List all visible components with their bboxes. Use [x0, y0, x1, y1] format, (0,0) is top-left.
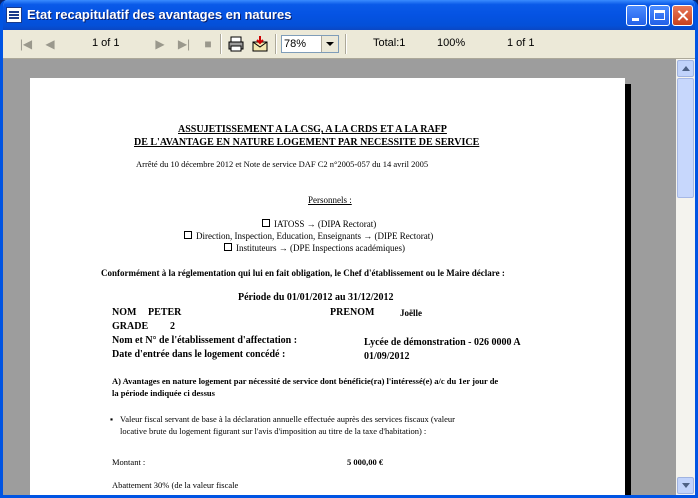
amount-value: 5 000,00 € — [347, 457, 384, 467]
checkbox-icon — [184, 231, 192, 239]
name-label: NOM — [112, 307, 137, 318]
toolbar-separator — [275, 34, 277, 54]
checkbox-icon — [224, 243, 232, 251]
title-bar[interactable]: Etat recapitulatif des avantages en natu… — [3, 0, 695, 30]
page-indicator: 1 of 1 — [92, 37, 120, 49]
first-name-value: Joëlle — [400, 308, 422, 318]
entry-date-label: Date d'entrée dans le logement concédé : — [112, 349, 286, 360]
export-icon[interactable] — [251, 35, 269, 53]
previous-page-icon[interactable]: ◀ — [41, 35, 59, 53]
abatement-label: Abattement 30% (de la valeur fiscale — [112, 480, 239, 490]
fiscal-value-text-line2: locative brute du logement figurant sur … — [120, 426, 427, 436]
stop-icon[interactable]: ■ — [199, 35, 217, 53]
scroll-thumb[interactable] — [677, 78, 694, 198]
section-a-heading-line2: la période indiquée ci dessus — [112, 388, 215, 398]
minimize-button[interactable] — [626, 5, 647, 26]
last-page-icon[interactable]: ▶| — [175, 35, 193, 53]
scroll-up-button[interactable] — [677, 60, 694, 77]
zoom-value: 78% — [284, 38, 307, 50]
report-viewport[interactable]: ASSUJETISSEMENT A LA CSG, A LA CRDS ET A… — [3, 59, 676, 495]
chevron-down-icon[interactable] — [321, 36, 338, 52]
personnel-item: IATOSS → (DIPA Rectorat) — [262, 219, 376, 229]
report-viewer-window: Etat recapitulatif des avantages en natu… — [0, 0, 698, 498]
document-title-line2: DE L'AVANTAGE EN NATURE LOGEMENT PAR NEC… — [134, 137, 480, 148]
name-value: PETER — [148, 307, 182, 318]
declaration-text: Conformément à la réglementation qui lui… — [101, 268, 505, 278]
personnel-item: Instituteurs → (DPE Inspections académiq… — [224, 243, 405, 253]
grade-label: GRADE — [112, 321, 149, 332]
bullet-icon: ▪ — [110, 414, 114, 424]
report-toolbar: |◀ ◀ 1 of 1 ▶ ▶| ■ 78% Total:1 100% 1 of… — [3, 30, 695, 59]
first-page-icon[interactable]: |◀ — [17, 35, 35, 53]
total-records: Total:1 — [373, 37, 406, 49]
toolbar-separator — [345, 34, 347, 54]
report-page: ASSUJETISSEMENT A LA CSG, A LA CRDS ET A… — [30, 78, 625, 495]
establishment-value: Lycée de démonstration - 026 0000 A — [364, 337, 521, 348]
amount-label: Montant : — [112, 457, 146, 467]
personnel-item: Direction, Inspection, Education, Enseig… — [184, 231, 433, 241]
toolbar-separator — [220, 34, 222, 54]
fiscal-value-text-line1: Valeur fiscal servant de base à la décla… — [120, 414, 455, 424]
percent-loaded: 100% — [437, 37, 466, 49]
window-title: Etat recapitulatif des avantages en natu… — [27, 7, 292, 22]
legal-reference: Arrêté du 10 décembre 2012 et Note de se… — [136, 159, 429, 169]
close-button[interactable] — [672, 5, 693, 26]
print-icon[interactable] — [227, 35, 245, 53]
zoom-select[interactable]: 78% — [281, 35, 339, 53]
period-heading: Période du 01/01/2012 au 31/12/2012 — [238, 292, 394, 303]
section-a-heading-line1: A) Avantages en nature logement par néce… — [112, 376, 499, 386]
first-name-label: PRENOM — [330, 307, 375, 318]
scroll-down-button[interactable] — [677, 477, 694, 494]
checkbox-icon — [262, 219, 270, 227]
next-page-icon[interactable]: ▶ — [151, 35, 169, 53]
app-icon[interactable] — [6, 7, 22, 23]
document-title-line1: ASSUJETISSEMENT A LA CSG, A LA CRDS ET A… — [178, 124, 447, 135]
vertical-scrollbar[interactable] — [676, 59, 695, 495]
grade-value: 2 — [170, 321, 175, 332]
personnels-heading: Personnels : — [308, 195, 352, 205]
establishment-label: Nom et N° de l'établissement d'affectati… — [112, 335, 298, 346]
page-count: 1 of 1 — [507, 37, 535, 49]
maximize-button[interactable] — [649, 5, 670, 26]
entry-date-value: 01/09/2012 — [364, 351, 410, 362]
